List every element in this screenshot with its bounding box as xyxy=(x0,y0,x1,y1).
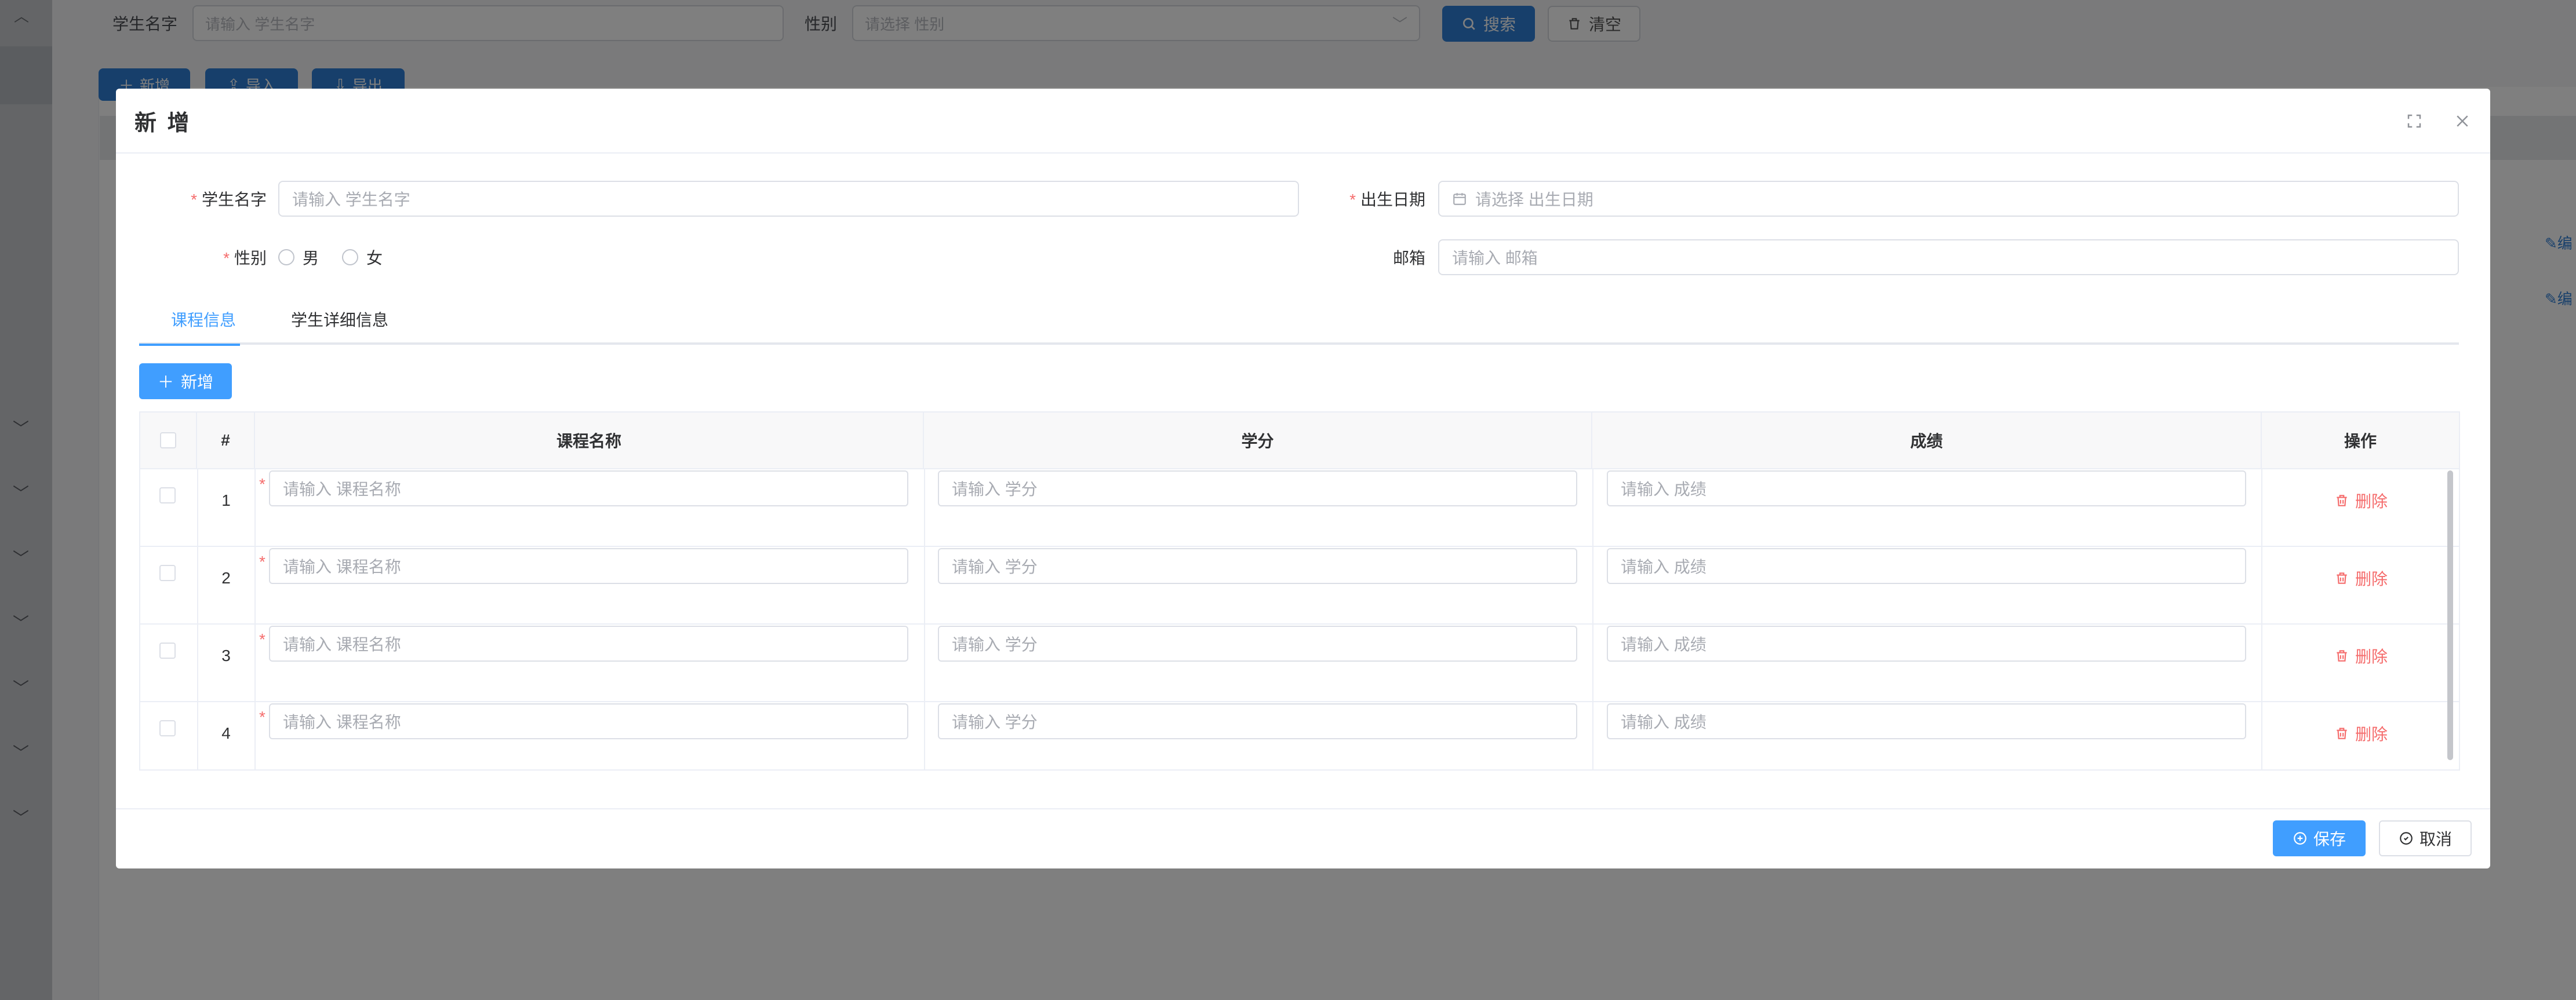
course-name-input[interactable]: 请输入 课程名称 xyxy=(269,470,908,506)
column-header-credit: 学分 xyxy=(924,413,1592,468)
email-placeholder: 请输入 邮箱 xyxy=(1452,249,1538,267)
gender-label: 性别 xyxy=(234,249,267,267)
fullscreen-icon[interactable] xyxy=(2402,108,2427,134)
credit-input[interactable]: 请输入 学分 xyxy=(938,703,1577,739)
score-input[interactable]: 请输入 成绩 xyxy=(1607,470,2246,506)
required-mark: * xyxy=(259,630,265,648)
credit-input[interactable]: 请输入 学分 xyxy=(938,548,1577,584)
birth-date-form-label: * 出生日期 xyxy=(1275,181,1425,217)
row-checkbox[interactable] xyxy=(159,720,176,736)
cancel-button[interactable]: 取消 xyxy=(2379,820,2472,856)
save-button-label: 保存 xyxy=(2313,830,2346,848)
delete-row-button[interactable]: 删除 xyxy=(2334,567,2388,590)
course-name-input[interactable]: 请输入 课程名称 xyxy=(269,626,908,662)
tab-student-details[interactable]: 学生详细信息 xyxy=(291,308,388,331)
student-name-field[interactable]: 请输入 学生名字 xyxy=(278,181,1299,217)
trash-icon xyxy=(2337,495,2347,506)
delete-row-button[interactable]: 删除 xyxy=(2334,489,2388,512)
required-mark: * xyxy=(223,249,230,267)
score-input[interactable]: 请输入 成绩 xyxy=(1607,548,2246,584)
delete-label: 删除 xyxy=(2355,725,2388,743)
table-row: 2 * 请输入 课程名称 请输入 学分 请输入 成绩 删除 xyxy=(140,547,2459,625)
required-mark: * xyxy=(259,553,265,571)
delete-label: 删除 xyxy=(2355,492,2388,510)
table-scrollbar[interactable] xyxy=(2447,470,2453,760)
score-input[interactable]: 请输入 成绩 xyxy=(1607,626,2246,662)
birth-date-placeholder: 请选择 出生日期 xyxy=(1475,191,1593,209)
score-input[interactable]: 请输入 成绩 xyxy=(1607,703,2246,739)
course-table: # 课程名称 学分 成绩 操作 1 * 请输入 课程名称 请输入 学分 请输入 … xyxy=(139,411,2460,771)
delete-row-button[interactable]: 删除 xyxy=(2334,644,2388,667)
footer-divider xyxy=(116,808,2490,809)
birth-date-label: 出生日期 xyxy=(1360,191,1425,209)
row-checkbox[interactable] xyxy=(159,487,176,503)
row-checkbox[interactable] xyxy=(159,643,176,659)
add-course-label: 新增 xyxy=(181,373,214,391)
course-name-input[interactable]: 请输入 课程名称 xyxy=(269,703,908,739)
student-name-label: 学生名字 xyxy=(201,191,267,209)
column-header-index: # xyxy=(197,413,255,468)
tab-course-info[interactable]: 课程信息 xyxy=(171,308,236,331)
required-mark: * xyxy=(259,708,265,726)
row-index: 3 xyxy=(221,647,231,665)
gender-radio-female[interactable]: 女 xyxy=(342,246,383,269)
birth-date-picker[interactable]: 请选择 出生日期 xyxy=(1438,181,2459,217)
row-index: 2 xyxy=(221,569,231,587)
table-row: 3 * 请输入 课程名称 请输入 学分 请输入 成绩 删除 xyxy=(140,625,2459,702)
column-header-actions: 操作 xyxy=(2344,432,2377,450)
row-index: 4 xyxy=(221,724,231,742)
close-icon[interactable] xyxy=(2450,108,2475,134)
student-name-placeholder: 请输入 学生名字 xyxy=(292,191,410,209)
email-label: 邮箱 xyxy=(1392,249,1425,267)
credit-input[interactable]: 请输入 学分 xyxy=(938,470,1577,506)
dialog-header: 新 增 xyxy=(116,89,2490,154)
select-all-checkbox[interactable] xyxy=(160,432,176,448)
required-mark: * xyxy=(259,475,265,493)
student-name-form-label: * 学生名字 xyxy=(116,181,267,217)
required-mark: * xyxy=(191,191,197,209)
email-field[interactable]: 请输入 邮箱 xyxy=(1438,239,2459,275)
select-all-cell xyxy=(140,413,197,468)
radio-circle[interactable] xyxy=(278,249,294,265)
dialog-title: 新 增 xyxy=(134,111,192,136)
gender-radio-group: 男 女 xyxy=(278,239,406,275)
gender-radio-male[interactable]: 男 xyxy=(278,246,319,269)
email-form-label: 邮箱 xyxy=(1275,239,1425,275)
gender-form-label: * 性别 xyxy=(116,239,267,275)
gender-option-female: 女 xyxy=(366,249,383,267)
cancel-icon xyxy=(2400,832,2413,845)
table-row: 1 * 请输入 课程名称 请输入 学分 请输入 成绩 删除 xyxy=(140,469,2459,547)
radio-circle[interactable] xyxy=(342,249,359,265)
add-course-button[interactable]: ＋ 新增 xyxy=(139,363,232,399)
table-row: 4 * 请输入 课程名称 请输入 学分 请输入 成绩 删除 xyxy=(140,702,2459,780)
delete-label: 删除 xyxy=(2355,570,2388,588)
column-header-score: 成绩 xyxy=(1592,413,2262,468)
detail-tabs: 课程信息 学生详细信息 xyxy=(139,297,2459,345)
cancel-button-label: 取消 xyxy=(2419,830,2452,848)
trash-icon xyxy=(2337,728,2347,739)
active-tab-indicator xyxy=(139,344,240,346)
calendar-icon xyxy=(1453,193,1466,205)
add-student-dialog: 新 增 * 学生名字 请输入 学生名字 * 出生日期 请选择 出生日期 * 性别 男 … xyxy=(116,89,2490,868)
trash-icon xyxy=(2337,572,2347,584)
credit-input[interactable]: 请输入 学分 xyxy=(938,626,1577,662)
row-checkbox[interactable] xyxy=(159,565,176,581)
course-name-input[interactable]: 请输入 课程名称 xyxy=(269,548,908,584)
course-table-header: # 课程名称 学分 成绩 操作 xyxy=(140,413,2459,469)
save-button[interactable]: 保存 xyxy=(2273,820,2366,856)
delete-row-button[interactable]: 删除 xyxy=(2334,722,2388,745)
trash-icon xyxy=(2337,650,2347,662)
column-header-course-name: 课程名称 xyxy=(255,413,924,468)
delete-label: 删除 xyxy=(2355,648,2388,666)
gender-option-male: 男 xyxy=(303,249,319,267)
row-index: 1 xyxy=(221,491,231,509)
plus-icon: ＋ xyxy=(157,373,174,391)
required-mark: * xyxy=(1349,191,1356,209)
save-icon xyxy=(2294,832,2306,845)
